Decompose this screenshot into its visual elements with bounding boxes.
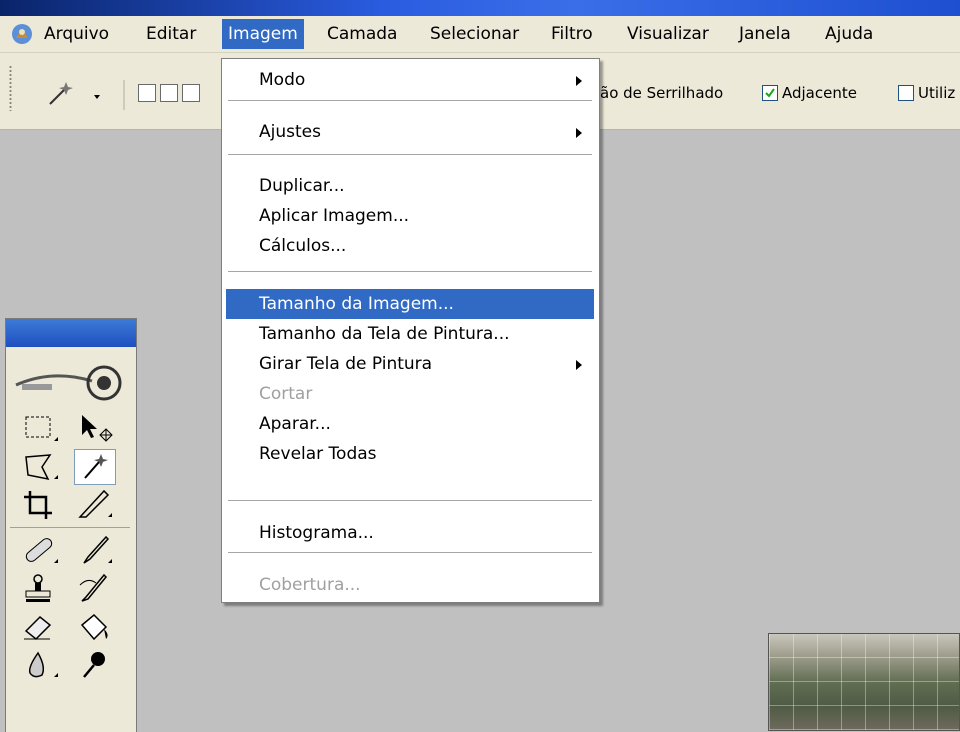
photoshop-eye-logo: [15, 365, 122, 401]
paint-bucket-icon[interactable]: [74, 609, 116, 645]
menu-ajuda[interactable]: Ajuda: [819, 19, 879, 49]
crop-icon[interactable]: [20, 487, 62, 523]
menu-separator: [228, 271, 592, 273]
menu-item-calculos[interactable]: Cálculos...: [226, 231, 594, 261]
slice-icon[interactable]: [74, 487, 116, 523]
menu-item-label: Girar Tela de Pintura: [259, 354, 433, 374]
menu-item-histograma[interactable]: Histograma...: [226, 518, 594, 548]
toolbox-panel: [5, 318, 137, 732]
add-selection-icon[interactable]: [160, 84, 178, 102]
menu-separator: [228, 552, 592, 554]
photoshop-app-icon[interactable]: [11, 23, 33, 45]
contiguous-checkbox[interactable]: [762, 85, 778, 101]
image-menu-dropdown: Modo Ajustes Duplicar... Aplicar Imagem.…: [221, 58, 600, 603]
window-title-bar: [0, 0, 960, 16]
menu-janela[interactable]: Janela: [733, 19, 797, 49]
menu-filtro[interactable]: Filtro: [545, 19, 599, 49]
move-icon[interactable]: [74, 411, 116, 447]
menu-item-aparar[interactable]: Aparar...: [226, 409, 594, 439]
magic-wand-icon[interactable]: [74, 449, 116, 485]
menu-imagem[interactable]: Imagem: [222, 19, 304, 49]
use-all-layers-label: Utiliz: [918, 84, 956, 102]
menu-item-label: Modo: [259, 70, 306, 90]
submenu-arrow-icon: [576, 76, 582, 86]
healing-brush-icon[interactable]: [20, 533, 62, 569]
brush-icon[interactable]: [74, 533, 116, 569]
menu-arquivo[interactable]: Arquivo: [38, 19, 115, 49]
menu-separator: [228, 154, 592, 156]
history-brush-icon[interactable]: [74, 571, 116, 607]
menu-item-girar-tela[interactable]: Girar Tela de Pintura: [226, 349, 594, 379]
menu-item-revelar-todas[interactable]: Revelar Todas: [226, 439, 594, 469]
menu-item-cobertura: Cobertura...: [259, 575, 361, 595]
menu-camada[interactable]: Camada: [321, 19, 403, 49]
toolbar-grip[interactable]: [9, 65, 12, 111]
check-icon: [765, 88, 775, 98]
magic-wand-icon[interactable]: [38, 78, 128, 112]
clone-stamp-icon[interactable]: [20, 571, 62, 607]
contiguous-label: Adjacente: [782, 84, 857, 102]
eraser-icon[interactable]: [20, 609, 62, 645]
antialias-label: ão de Serrilhado: [600, 84, 724, 102]
menu-separator: [228, 100, 592, 102]
submenu-arrow-icon: [576, 128, 582, 138]
marquee-icon[interactable]: [20, 411, 62, 447]
subtract-selection-icon[interactable]: [182, 84, 200, 102]
lasso-icon[interactable]: [20, 449, 62, 485]
menu-separator: [228, 500, 592, 502]
menu-item-label: Ajustes: [259, 122, 321, 142]
menu-item-tamanho-da-tela[interactable]: Tamanho da Tela de Pintura...: [226, 319, 594, 349]
use-all-layers-checkbox[interactable]: [898, 85, 914, 101]
menu-visualizar[interactable]: Visualizar: [621, 19, 715, 49]
menu-item-aplicar-imagem[interactable]: Aplicar Imagem...: [226, 201, 594, 231]
menu-item-modo[interactable]: Modo: [226, 65, 594, 95]
menu-item-cortar: Cortar: [259, 384, 313, 404]
dodge-icon[interactable]: [74, 647, 116, 683]
menu-item-ajustes[interactable]: Ajustes: [226, 117, 594, 147]
selection-mode-icons[interactable]: [138, 84, 204, 108]
document-canvas-thumbnail: [768, 633, 960, 731]
toolbox-divider: [10, 527, 130, 528]
menu-bar: Arquivo Editar Imagem Camada Selecionar …: [0, 16, 960, 53]
menu-editar[interactable]: Editar: [140, 19, 202, 49]
menu-item-duplicar[interactable]: Duplicar...: [226, 171, 594, 201]
toolbox-title-bar[interactable]: [6, 319, 136, 347]
new-selection-icon[interactable]: [138, 84, 156, 102]
blur-icon[interactable]: [20, 647, 62, 683]
submenu-arrow-icon: [576, 360, 582, 370]
menu-selecionar[interactable]: Selecionar: [424, 19, 525, 49]
menu-item-tamanho-da-imagem[interactable]: Tamanho da Imagem...: [226, 289, 594, 319]
